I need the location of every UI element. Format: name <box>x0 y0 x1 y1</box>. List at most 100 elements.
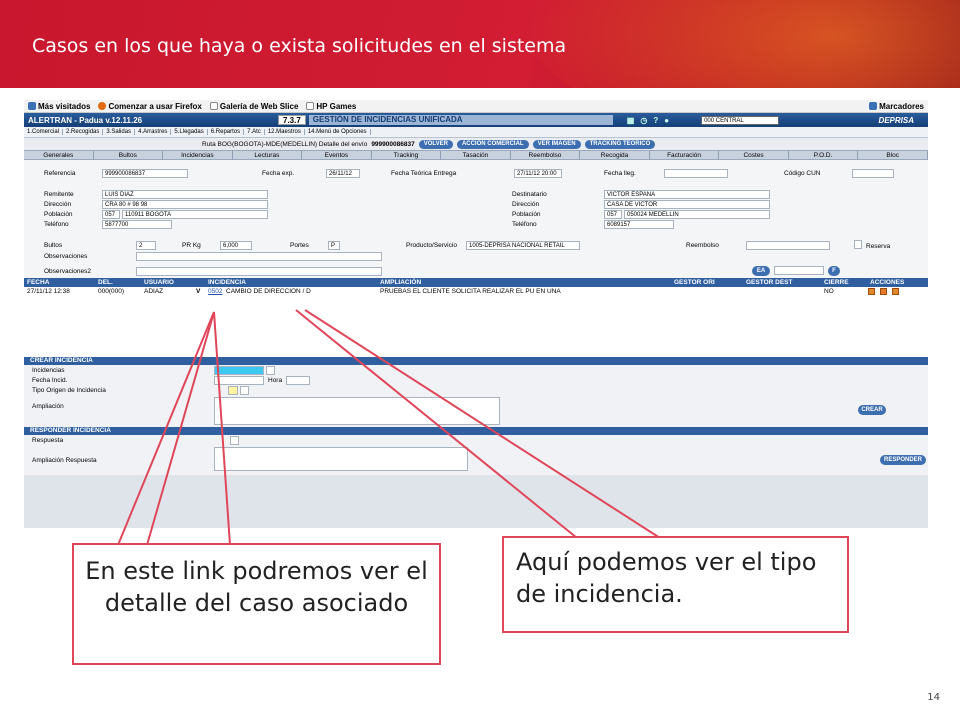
respuesta-label: Respuesta <box>32 437 64 444</box>
observaciones2-label: Observaciones2 <box>44 268 91 275</box>
action-close-icon[interactable] <box>880 288 887 295</box>
menu-item[interactable]: 3.Salidas <box>103 129 136 135</box>
codigo-cun-label: Código CUN <box>784 170 821 177</box>
tab-bloc[interactable]: Bloc <box>858 151 928 159</box>
poblacion-field[interactable]: 110911 BOGOTA <box>122 210 268 219</box>
incidencias-lookup-button[interactable] <box>266 366 275 375</box>
direccion-field[interactable]: CRA 80 # 98 98 <box>102 200 268 209</box>
poblacion-code-field[interactable]: 057 <box>102 210 120 219</box>
destinatario-field[interactable]: VICTOR ESPAÑA <box>604 190 770 199</box>
bookmark-most-visited[interactable]: Más visitados <box>28 102 90 111</box>
calendar-icon[interactable]: ▦ <box>627 116 635 125</box>
crear-button[interactable]: CREAR <box>858 405 886 415</box>
tab-costes[interactable]: Costes <box>719 151 789 159</box>
ea-field[interactable] <box>774 266 824 275</box>
fecha-incid-label: Fecha Incid. <box>32 377 68 384</box>
crear-incidencia-header: CREAR INCIDENCIA <box>24 357 928 365</box>
remitente-field[interactable]: LUIS DIAZ <box>102 190 268 199</box>
menu-item[interactable]: 5.Llegadas <box>171 129 208 135</box>
observaciones-field[interactable] <box>136 252 382 261</box>
tab-generales[interactable]: Generales <box>24 151 94 159</box>
menu-item[interactable]: 1.Comercial <box>24 129 64 135</box>
action-info-icon[interactable] <box>892 288 899 295</box>
ea-button[interactable]: EA <box>752 266 770 276</box>
portes-field[interactable]: P <box>328 241 340 250</box>
tab-tasacion[interactable]: Tasación <box>441 151 511 159</box>
menu-item[interactable]: 2.Recogidas <box>63 129 104 135</box>
folder-icon <box>28 102 36 110</box>
poblacion2-code-field[interactable]: 057 <box>604 210 622 219</box>
pr-kg-field[interactable]: 6,000 <box>220 241 252 250</box>
main-menu: 1.Comercial 2.Recogidas 3.Salidas 4.Arra… <box>24 127 928 138</box>
menu-item[interactable]: 4.Arrastres <box>135 129 172 135</box>
ver-imagen-button[interactable]: VER IMAGEN <box>532 139 581 149</box>
tab-pod[interactable]: P.O.D. <box>789 151 859 159</box>
cell-incidencia: CAMBIO DE DIRECCION / D <box>226 288 311 295</box>
tab-tracking[interactable]: Tracking <box>372 151 442 159</box>
slide-title: Casos en los que haya o exista solicitud… <box>32 35 567 57</box>
form-extra-row: Observaciones2 EA F <box>24 266 928 278</box>
tipo-origen-lookup-button[interactable] <box>240 386 249 395</box>
tab-reembolso[interactable]: Reembolso <box>511 151 581 159</box>
help-icon[interactable]: ? <box>653 116 658 125</box>
user-icon[interactable]: ● <box>664 116 669 125</box>
reembolso-field[interactable] <box>746 241 830 250</box>
cell-ampliacion: PRUEBAS EL CLIENTE SOLICITA REALIZAR EL … <box>380 288 561 295</box>
tab-incidencias[interactable]: Incidencias <box>163 151 233 159</box>
menu-item[interactable]: 12.Maestros <box>265 129 305 135</box>
responder-button[interactable]: RESPONDER <box>880 455 926 465</box>
bookmarks-menu[interactable]: Marcadores <box>869 102 928 111</box>
bookmark-hpgames[interactable]: HP Games <box>306 102 356 111</box>
telefono2-field[interactable]: 6089157 <box>604 220 674 229</box>
app-version: 7.3.7 <box>278 115 306 125</box>
bookmark-webslice[interactable]: Galería de Web Slice <box>209 102 298 111</box>
menu-item[interactable]: 14.Menú de Opciones <box>305 129 371 135</box>
fecha-exp-field[interactable]: 26/11/12 <box>326 169 360 178</box>
ampliacion-textarea[interactable] <box>214 397 500 425</box>
f-button[interactable]: F <box>828 266 840 276</box>
page-number: 14 <box>927 692 940 703</box>
poblacion-label: Población <box>44 211 73 218</box>
telefono-field[interactable]: 5877700 <box>102 220 172 229</box>
poblacion2-field[interactable]: 050024 MEDELLIN <box>624 210 770 219</box>
tab-recogida[interactable]: Recogida <box>580 151 650 159</box>
hora-field[interactable] <box>286 376 310 385</box>
respuesta-lookup-button[interactable] <box>230 436 239 445</box>
producto-field[interactable]: 1005-DEPRISA NACIONAL RETAIL <box>466 241 580 250</box>
codigo-cun-field[interactable] <box>852 169 894 178</box>
bookmark-firefox[interactable]: Comenzar a usar Firefox <box>98 102 202 111</box>
fecha-incid-field[interactable] <box>214 376 264 385</box>
observaciones2-field[interactable] <box>136 267 382 276</box>
clock-icon[interactable]: ◷ <box>640 116 647 125</box>
reserva-checkbox[interactable] <box>854 240 862 249</box>
incidencias-field[interactable] <box>214 366 264 375</box>
tracking-teorico-button[interactable]: TRACKING TEÓRICO <box>584 139 656 149</box>
fecha-exp-label: Fecha exp. <box>262 170 295 177</box>
tab-lecturas[interactable]: Lecturas <box>233 151 303 159</box>
menu-item[interactable]: 6.Repartos <box>208 129 245 135</box>
fecha-lleg-field[interactable] <box>664 169 728 178</box>
referencia-field[interactable]: 999900086837 <box>102 169 188 178</box>
fecha-teorica-field[interactable]: 27/11/12 20:00 <box>514 169 562 178</box>
route-text: Ruta BOG(BOGOTA)-MDE(MEDELLIN) Detalle d… <box>202 140 368 148</box>
page-icon <box>306 102 315 110</box>
tab-eventos[interactable]: Eventos <box>302 151 372 159</box>
bultos-label: Bultos <box>44 242 63 249</box>
tab-bultos[interactable]: Bultos <box>94 151 164 159</box>
destinatario-label: Destinatario <box>512 191 547 198</box>
accion-comercial-button[interactable]: ACCIÓN COMERCIAL <box>456 139 529 149</box>
crear-incidencia-panel: Incidencias Fecha Incid. Hora Tipo Orige… <box>24 365 928 427</box>
direccion2-field[interactable]: CASA DE VICTOR <box>604 200 770 209</box>
ampliacion-respuesta-textarea[interactable] <box>214 447 468 471</box>
volver-button[interactable]: VOLVER <box>418 139 453 149</box>
center-select[interactable]: 000 CENTRAL <box>701 115 780 125</box>
tipo-origen-field[interactable] <box>228 386 238 395</box>
tab-facturacion[interactable]: Facturación <box>650 151 720 159</box>
ampliacion-respuesta-label: Ampliación Respuesta <box>32 457 97 464</box>
incidence-detail-link[interactable]: 0502 <box>208 288 222 295</box>
menu-item[interactable]: 7.Atc <box>244 129 265 135</box>
table-row[interactable]: 27/11/12 12:38 000(000) ADIAZ V 0502 CAM… <box>24 287 928 297</box>
action-edit-icon[interactable] <box>868 288 875 295</box>
bultos-field[interactable]: 2 <box>136 241 156 250</box>
detail-tabs: Generales Bultos Incidencias Lecturas Ev… <box>24 150 928 160</box>
